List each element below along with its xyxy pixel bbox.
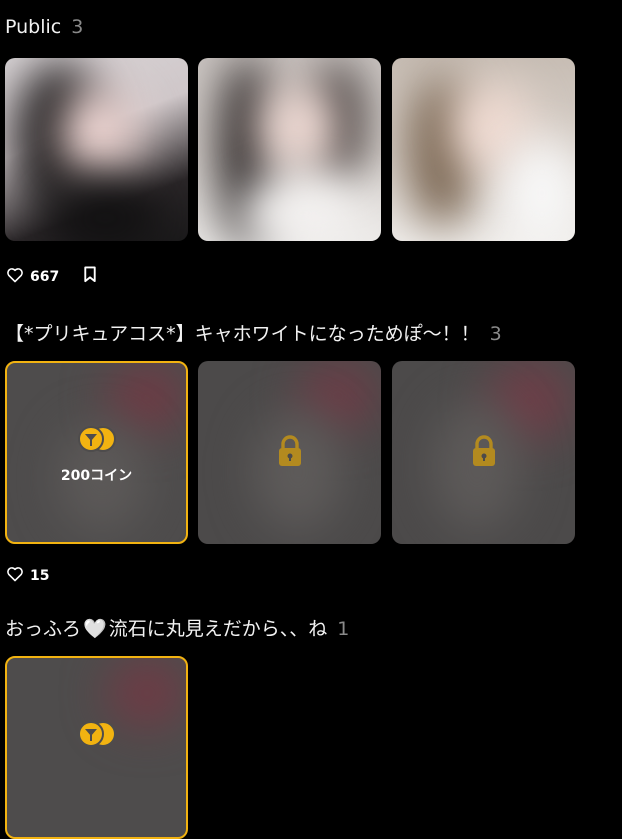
- stats-row-precure: 15: [6, 566, 49, 586]
- section-title-text: Public: [5, 16, 62, 38]
- section-title-text: おっふろ 🤍 流石に丸見えだから、、ね: [5, 618, 328, 640]
- section-title-text: 【*プリキュアコス*】キャホワイトになっためぽ〜！！: [5, 323, 480, 345]
- paid-tile-coin[interactable]: 200コイン: [5, 361, 188, 544]
- stats-row-public: 667: [6, 266, 97, 287]
- section-count: 3: [71, 16, 84, 38]
- lock-icon: [277, 434, 303, 471]
- section-count: 3: [489, 323, 502, 345]
- coin-icon: [77, 425, 116, 457]
- bookmark-icon[interactable]: [83, 266, 97, 287]
- heart-icon[interactable]: [6, 566, 24, 586]
- paid-tile-coin[interactable]: [5, 656, 188, 839]
- section-title-bath: おっふろ 🤍 流石に丸見えだから、、ね 1: [5, 614, 349, 641]
- lock-icon: [471, 434, 497, 471]
- white-heart-emoji: 🤍: [83, 618, 107, 640]
- section-title-precure: 【*プリキュアコス*】キャホワイトになっためぽ〜！！ 3: [5, 319, 502, 346]
- photo-tile-1[interactable]: [5, 58, 188, 241]
- heart-icon[interactable]: [6, 267, 24, 287]
- section-title-public: Public 3: [5, 16, 83, 38]
- photo-tile-3[interactable]: [392, 58, 575, 241]
- photo-tile-2[interactable]: [198, 58, 381, 241]
- like-count: 15: [30, 568, 50, 584]
- like-count: 667: [30, 268, 60, 285]
- coin-badge: [7, 720, 186, 752]
- section-count: 1: [337, 618, 350, 640]
- locked-tile-1[interactable]: [198, 361, 381, 544]
- locked-tile-2[interactable]: [392, 361, 575, 544]
- coin-price-label: 200コイン: [60, 468, 133, 484]
- coin-badge: 200コイン: [7, 425, 186, 485]
- coin-icon: [77, 720, 116, 752]
